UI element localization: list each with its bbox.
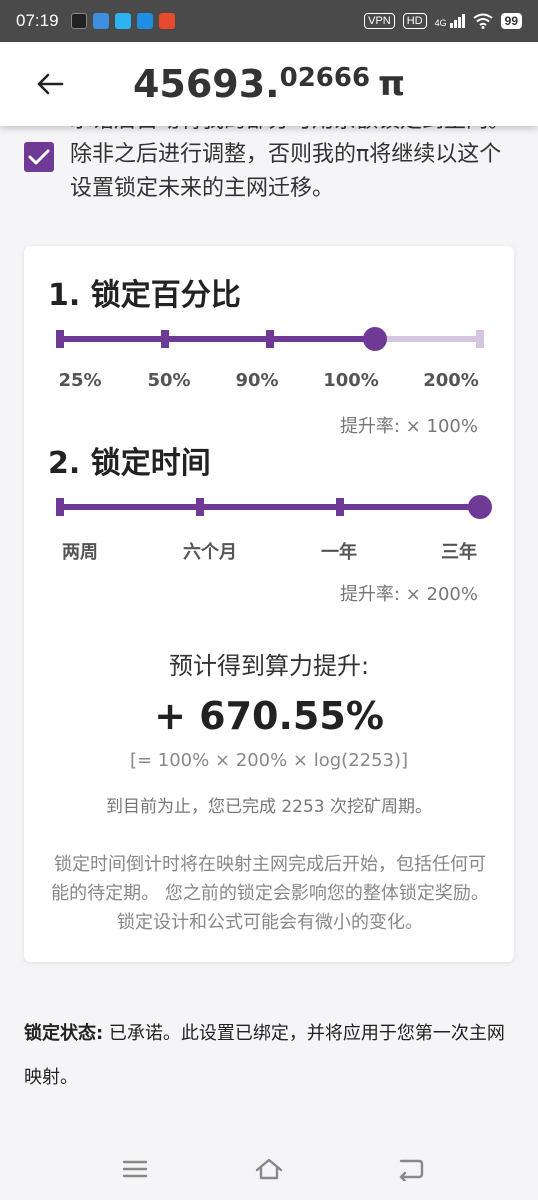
agree-checkbox[interactable] xyxy=(24,142,54,172)
lock-time-tick[interactable] xyxy=(336,498,344,516)
lock-percent-tick[interactable] xyxy=(266,330,274,348)
checkmark-icon xyxy=(28,149,50,165)
app-notification-icon xyxy=(136,13,153,29)
lock-percent-option-label: 50% xyxy=(147,370,191,391)
back-button[interactable] xyxy=(30,64,70,104)
lock-status-label: 锁定状态: xyxy=(24,1023,104,1044)
menu-button[interactable] xyxy=(120,1154,150,1184)
lock-time-title: 2. 锁定时间 xyxy=(48,446,211,481)
app-header: 45693. 02666 π xyxy=(0,42,538,126)
lockup-note: 锁定时间倒计时将在映射主网完成后开始，包括任何可能的待定期。 您之前的锁定会影响… xyxy=(51,854,489,933)
lock-percent-option-label: 200% xyxy=(423,370,479,391)
lock-percent-tick[interactable] xyxy=(476,330,484,348)
lock-time-option-label: 两周 xyxy=(62,542,98,563)
signal-icon: 4G xyxy=(435,14,465,28)
lock-time-tick[interactable] xyxy=(196,498,204,516)
estimate-label: 预计得到算力提升: xyxy=(168,652,370,680)
back-nav-button[interactable] xyxy=(396,1154,426,1184)
lock-percent-thumb[interactable] xyxy=(363,327,387,351)
arrow-left-icon xyxy=(37,73,64,95)
lock-percent-option-label: 25% xyxy=(58,370,102,391)
lock-percent-option-label: 90% xyxy=(235,370,279,391)
home-icon xyxy=(255,1158,283,1180)
system-nav-bar xyxy=(0,1140,538,1200)
return-icon xyxy=(399,1159,424,1181)
lock-time-rate: 提升率: × 200% xyxy=(339,584,478,605)
balance-display: 45693. 02666 π xyxy=(133,60,405,108)
lock-time-tick[interactable] xyxy=(56,498,64,516)
lock-percent-slider[interactable] xyxy=(56,324,484,354)
home-button[interactable] xyxy=(254,1154,284,1184)
balance-fraction: 02666 xyxy=(279,63,371,93)
vpn-icon: VPN xyxy=(364,13,395,29)
lock-percent-option-label: 100% xyxy=(323,370,379,391)
app-notification-icon xyxy=(158,13,175,29)
mining-cycles-text: 到目前为止，您已完成 2253 次挖矿周期。 xyxy=(105,797,433,817)
lock-time-thumb[interactable] xyxy=(468,495,492,519)
menu-icon xyxy=(122,1160,148,1178)
lock-percent-rate: 提升率: × 100% xyxy=(339,416,478,437)
lock-percent-tick[interactable] xyxy=(161,330,169,348)
estimate-formula: [= 100% × 200% × log(2253)] xyxy=(129,750,409,771)
lock-time-option-label: 三年 xyxy=(441,542,477,563)
battery-icon: 99 xyxy=(500,13,522,29)
lock-time-track[interactable] xyxy=(56,492,492,522)
status-bar: 07:19 VPN HD 4G 99 xyxy=(0,0,538,42)
balance-integer: 45693. xyxy=(132,62,280,106)
qq-icon xyxy=(114,13,131,29)
app-notification-icon xyxy=(70,13,87,29)
estimate-value: + 670.55% xyxy=(154,694,384,738)
lockup-card: 1. 锁定百分比 25% 50% 90% 100% 200% 提升率: × 100% 2… xyxy=(24,246,514,962)
lock-time-slider[interactable] xyxy=(56,492,492,522)
lock-percent-title: 1. 锁定百分比 xyxy=(48,278,241,313)
lock-time-option-label: 六个月 xyxy=(183,542,237,563)
status-time: 07:19 xyxy=(16,11,59,30)
lock-percent-track[interactable] xyxy=(56,324,484,354)
lock-percent-tick[interactable] xyxy=(56,330,64,348)
lock-time-option-label: 一年 xyxy=(321,542,357,563)
wifi-icon xyxy=(473,13,493,29)
app-notification-icon xyxy=(92,13,109,29)
lock-status: 锁定状态: 已承诺。此设置已绑定，并将应用于您第一次主网映射。 xyxy=(24,1012,514,1100)
hd-icon: HD xyxy=(402,13,427,29)
pi-unit: π xyxy=(378,64,405,104)
